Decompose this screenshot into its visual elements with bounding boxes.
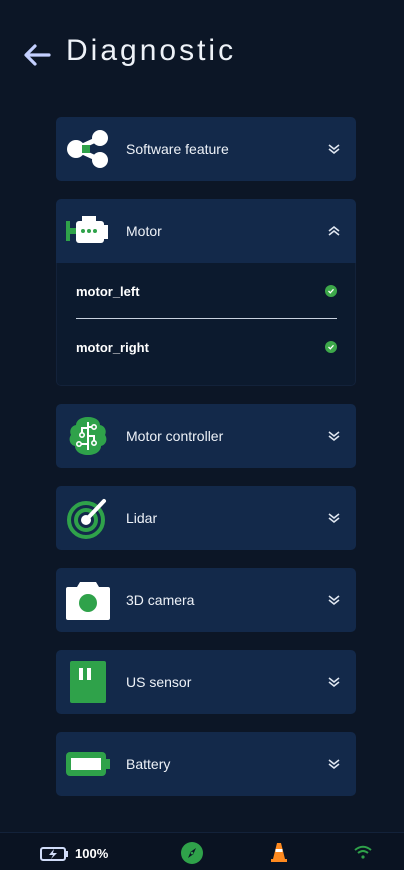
wifi-icon[interactable] [354,845,372,859]
back-button[interactable] [20,38,54,72]
section-label: Lidar [126,510,158,526]
section-label: 3D camera [126,592,195,608]
section-label: Software feature [126,141,229,157]
battery-icon [64,742,112,786]
share-nodes-icon [64,127,112,171]
radar-icon [64,496,112,540]
us-sensor-icon [64,660,112,704]
header: Diagnostic [0,0,404,110]
list-item-motor-left[interactable]: motor_left [76,281,337,301]
chevron-down-icon[interactable] [326,756,342,772]
chevron-down-icon[interactable] [326,428,342,444]
diagnostic-list: Software feature Motor motor_left motor_… [56,117,356,796]
section-software-feature[interactable]: Software feature [56,117,356,181]
chevron-up-icon[interactable] [326,223,342,239]
section-battery[interactable]: Battery [56,732,356,796]
section-lidar[interactable]: Lidar [56,486,356,550]
status-bar: 100% [0,832,404,870]
traffic-cone-icon[interactable] [270,842,288,862]
subitem-name: motor_left [76,283,140,299]
section-label: Motor [126,223,162,239]
section-3d-camera[interactable]: 3D camera [56,568,356,632]
check-circle-icon [325,285,337,297]
section-motor-controller[interactable]: Motor controller [56,404,356,468]
battery-status: 100% [40,846,108,861]
motor-subitems: motor_left motor_right [56,263,356,386]
page-title: Diagnostic [66,34,237,67]
compass-icon[interactable] [181,842,203,864]
engine-icon [64,209,112,253]
camera-icon [64,578,112,622]
check-circle-icon [325,341,337,353]
chevron-down-icon[interactable] [326,141,342,157]
list-item-motor-right[interactable]: motor_right [76,337,337,357]
subitem-name: motor_right [76,339,149,355]
section-label: Battery [126,756,171,772]
chevron-down-icon[interactable] [326,510,342,526]
battery-charging-icon [40,846,68,861]
circuit-brain-icon [64,414,112,458]
battery-percent: 100% [75,846,109,861]
chevron-down-icon[interactable] [326,674,342,690]
section-motor[interactable]: Motor [56,199,356,263]
section-label: Motor controller [126,428,224,444]
arrow-left-icon [24,44,51,66]
chevron-down-icon[interactable] [326,592,342,608]
section-label: US sensor [126,674,192,690]
divider [76,318,337,319]
section-us-sensor[interactable]: US sensor [56,650,356,714]
section-motor-block: Motor motor_left motor_right [56,199,356,386]
